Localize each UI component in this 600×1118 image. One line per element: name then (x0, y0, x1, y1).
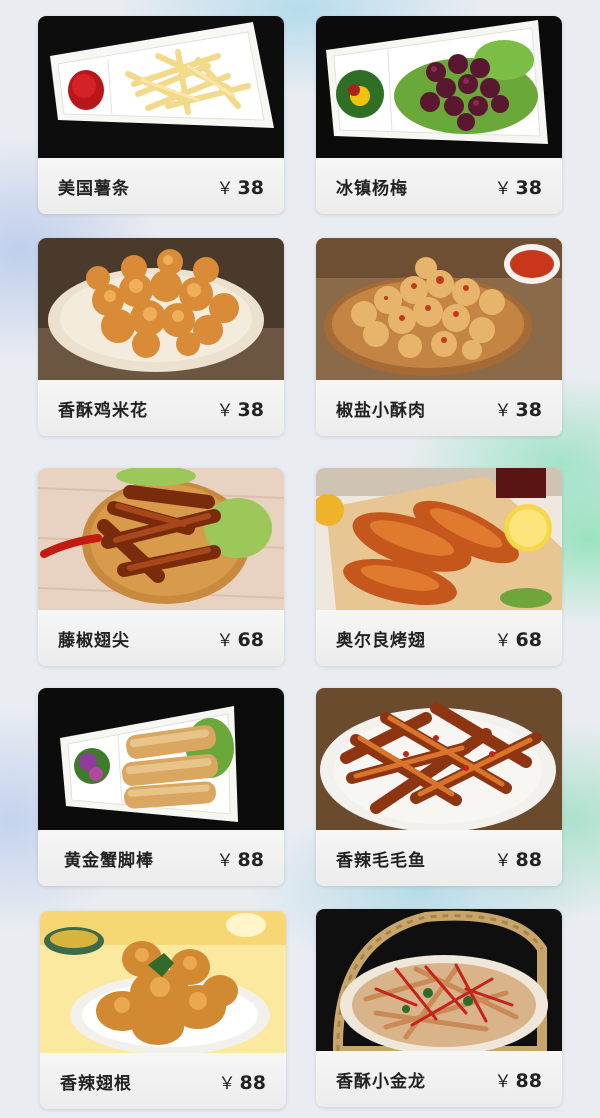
food-image-golden-dragon (316, 909, 562, 1051)
menu-item-name: 香酥小金龙 (336, 1071, 426, 1092)
currency-symbol: ￥ (494, 178, 512, 199)
menu-item-name: 香酥鸡米花 (58, 400, 148, 421)
menu-item-card[interactable]: 香酥鸡米花 ￥ 38 (38, 238, 284, 436)
menu-item-card[interactable]: 香辣翅根 ￥ 88 (40, 911, 286, 1109)
menu-item-card[interactable]: 香辣毛毛鱼 ￥ 88 (316, 688, 562, 886)
price-value: 88 (239, 1071, 266, 1094)
menu-item-name: 椒盐小酥肉 (336, 400, 426, 421)
menu-item-name: 美国薯条 (58, 178, 130, 199)
food-image-spicy-fish (316, 688, 562, 830)
menu-item-price: ￥ 38 (217, 174, 264, 199)
menu-item-price: ￥ 38 (217, 396, 264, 421)
menu-item-price: ￥ 88 (217, 846, 264, 871)
menu-item-price: ￥ 88 (495, 846, 542, 871)
menu-item-name: 藤椒翅尖 (58, 630, 130, 651)
food-image-crab-sticks (38, 688, 284, 830)
currency-symbol: ￥ (218, 1073, 236, 1094)
menu-item-name: 黄金蟹脚棒 (64, 850, 154, 871)
currency-symbol: ￥ (216, 178, 234, 199)
menu-item-card[interactable]: 香酥小金龙 ￥ 88 (316, 909, 562, 1107)
price-value: 88 (515, 848, 542, 871)
currency-symbol: ￥ (494, 400, 512, 421)
currency-symbol: ￥ (216, 850, 234, 871)
price-value: 38 (515, 398, 542, 421)
menu-item-price: ￥ 38 (495, 396, 542, 421)
food-image-fries (38, 16, 284, 158)
price-value: 38 (237, 398, 264, 421)
currency-symbol: ￥ (494, 1071, 512, 1092)
menu-item-price: ￥ 88 (495, 1067, 542, 1092)
menu-item-price: ￥ 88 (219, 1069, 266, 1094)
food-image-wing-tips (38, 468, 284, 610)
food-image-orleans-wings (316, 468, 562, 610)
menu-item-name: 香辣毛毛鱼 (336, 850, 426, 871)
menu-item-card[interactable]: 黄金蟹脚棒 ￥ 88 (38, 688, 284, 886)
currency-symbol: ￥ (216, 400, 234, 421)
currency-symbol: ￥ (494, 850, 512, 871)
price-value: 38 (515, 176, 542, 199)
menu-item-price: ￥ 68 (495, 626, 542, 651)
food-image-crispy-pork (316, 238, 562, 380)
price-value: 68 (237, 628, 264, 651)
menu-item-name: 奥尔良烤翅 (336, 630, 426, 651)
menu-item-price: ￥ 38 (495, 174, 542, 199)
currency-symbol: ￥ (216, 630, 234, 651)
price-value: 88 (237, 848, 264, 871)
menu-item-card[interactable]: 冰镇杨梅 ￥ 38 (316, 16, 562, 214)
food-image-bayberry (316, 16, 562, 158)
menu-item-card[interactable]: 藤椒翅尖 ￥ 68 (38, 468, 284, 666)
food-image-drumettes (40, 911, 286, 1053)
price-value: 88 (515, 1069, 542, 1092)
food-image-popcorn-chicken (38, 238, 284, 380)
menu-item-name: 冰镇杨梅 (336, 178, 408, 199)
menu-item-card[interactable]: 美国薯条 ￥ 38 (38, 16, 284, 214)
currency-symbol: ￥ (494, 630, 512, 651)
price-value: 68 (515, 628, 542, 651)
menu-item-name: 香辣翅根 (60, 1073, 132, 1094)
menu-item-card[interactable]: 椒盐小酥肉 ￥ 38 (316, 238, 562, 436)
menu-item-price: ￥ 68 (217, 626, 264, 651)
price-value: 38 (237, 176, 264, 199)
menu-item-card[interactable]: 奥尔良烤翅 ￥ 68 (316, 468, 562, 666)
